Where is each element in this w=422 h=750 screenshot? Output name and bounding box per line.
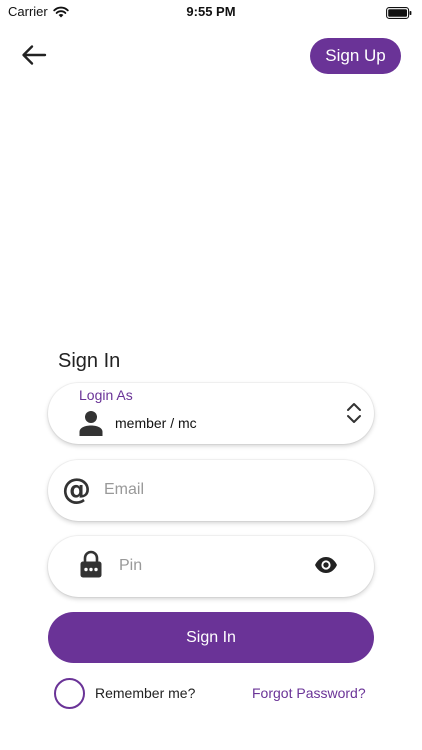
- arrow-left-icon: [22, 45, 47, 65]
- sign-up-button[interactable]: Sign Up: [310, 38, 401, 74]
- login-as-label: Login As: [79, 387, 133, 403]
- pin-field-container: [48, 536, 374, 597]
- email-field-container: @: [48, 460, 374, 521]
- eye-icon[interactable]: [314, 556, 338, 574]
- forgot-password-link[interactable]: Forgot Password?: [252, 685, 366, 701]
- status-time: 9:55 PM: [186, 4, 236, 19]
- person-icon: [79, 411, 103, 436]
- lock-icon: [80, 550, 102, 578]
- page-title: Sign In: [58, 350, 121, 372]
- login-as-value: member / mc: [115, 415, 197, 431]
- pin-input[interactable]: [119, 550, 299, 582]
- at-sign-icon: @: [62, 472, 91, 506]
- status-right: [386, 6, 412, 24]
- remember-me-checkbox[interactable]: [54, 678, 85, 709]
- back-button[interactable]: [20, 43, 48, 67]
- chevron-up-down-icon: [347, 403, 361, 423]
- email-input[interactable]: [104, 474, 354, 506]
- status-bar: Carrier 9:55 PM: [0, 0, 422, 24]
- battery-icon: [386, 7, 412, 19]
- remember-me-label: Remember me?: [95, 685, 196, 701]
- login-as-selector[interactable]: Login As member / mc: [48, 383, 374, 444]
- sign-in-button[interactable]: Sign In: [48, 612, 374, 663]
